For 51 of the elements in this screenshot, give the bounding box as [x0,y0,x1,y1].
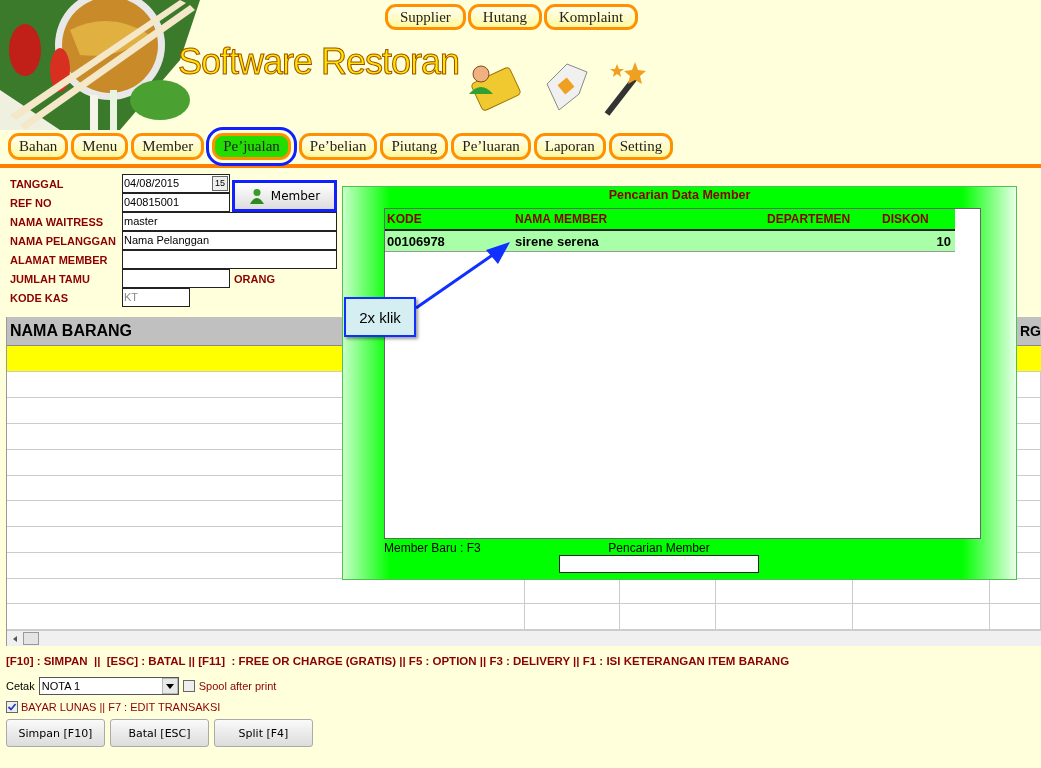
field-label: NAMA PELANGGAN [10,234,117,247]
top-menu-button[interactable]: Hutang [467,4,542,30]
column-header: DEPARTEMEN [766,212,852,226]
nav-tab[interactable]: Menu [71,133,129,160]
column-header: KODE [386,212,423,226]
action-button[interactable]: Batal [ESC] [110,719,209,747]
field-label: KODE KAS [10,291,70,304]
checkbox[interactable] [6,701,18,713]
unit-label: ORANG [233,272,276,285]
tag-icon [546,63,588,111]
print-select[interactable]: NOTA 1 [38,677,179,695]
top-menu-button[interactable]: Komplaint [544,4,639,30]
person-icon [248,188,265,204]
member-button[interactable]: Member [232,180,337,212]
checkbox[interactable] [182,680,195,692]
shortcut-hint: Member Baru : F3 [384,540,482,557]
magic-wand-icon [604,62,647,116]
nav-tab[interactable]: Pe’belian [298,133,378,160]
dropdown-icon[interactable] [161,678,178,694]
top-menu-button[interactable]: Supplier [385,4,466,30]
nav-tab[interactable]: Member [131,133,205,160]
field-label: TANGGAL [10,177,65,190]
search-label: Pencarian Member [608,541,710,555]
shortcut-hint: [F10] : SIMPAN || [ESC] : BATAL || [F11] : FREE OR CHARGE (GRATIS) || F5 : OPTION || F3 : DELIVERY || F1 : ISI KETERANGAN ITEM BARANG [6,655,791,667]
field-label: ALAMAT MEMBER [10,253,109,266]
dialog-title: Pencarian Data Member [607,188,752,204]
app-title: Software Restoran [178,40,460,84]
field-label: JUMLAH TAMU [10,272,91,285]
column-header: DISKON [881,212,930,226]
member-row[interactable]: 00106978 sirene serena 10 [385,231,955,252]
nav-tab[interactable]: Laporan [533,133,606,160]
nav-tab[interactable]: Bahan [8,133,69,160]
action-button[interactable]: Split [F4] [214,719,313,747]
field-label: REF NO [10,196,53,209]
nav-tab[interactable]: Piutang [380,133,449,160]
scroll-thumb[interactable] [23,632,39,646]
checkbox-label: Spool after print [198,680,277,692]
calendar-button[interactable]: 15 [212,175,228,191]
input-field[interactable]: master [122,211,337,231]
column-header: RG [1020,322,1041,339]
date-field[interactable]: 04/08/2015 15 [122,173,230,193]
nav-tab[interactable]: Setting [608,133,674,160]
nav-tab[interactable]: Pe’luaran [451,133,531,160]
search-field[interactable] [559,555,759,573]
column-header: NAMA BARANG [10,321,133,340]
field-label: NAMA WAITRESS [10,215,105,228]
callout: 2x klik [344,297,416,337]
checkbox-label: BAYAR LUNAS || F7 : EDIT TRANSAKSI [21,701,221,713]
column-header: NAMA MEMBER [514,212,609,226]
print-label: Cetak [6,680,35,692]
action-button[interactable]: Simpan [F10] [6,719,105,747]
